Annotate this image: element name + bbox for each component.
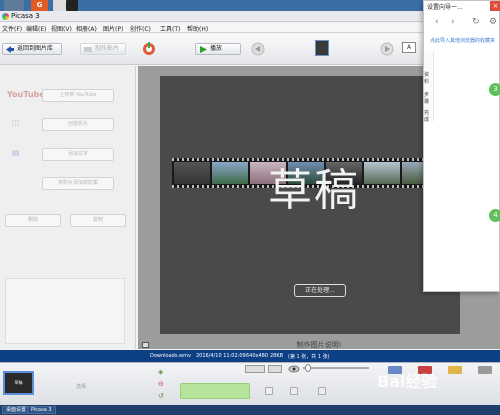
status-filename: Downloads.wmv xyxy=(150,353,191,359)
status-count: (第 1 张，共 1 张) xyxy=(288,354,330,360)
bottom-taskbar: 桌面设置 Picasa 3 xyxy=(0,405,500,415)
menu-view[interactable]: 视图(V) xyxy=(51,24,72,33)
status-datetime: 2016/4/10 11:02:09 xyxy=(196,353,246,359)
side-nav-item[interactable]: 完成 xyxy=(424,109,433,123)
options-box xyxy=(5,278,125,344)
play-icon xyxy=(200,46,207,53)
text-icon: ▤ xyxy=(12,148,20,157)
popup-close-button[interactable]: × xyxy=(490,1,500,11)
step-badge-3: 3 xyxy=(489,83,500,96)
film-frame xyxy=(212,162,248,184)
status-size: 28KB xyxy=(270,353,284,359)
eye-icon[interactable] xyxy=(288,364,300,374)
current-thumbnail-icon xyxy=(315,40,329,56)
left-button-6[interactable]: 复制 xyxy=(70,214,126,227)
taskbar-app-g-icon[interactable]: G xyxy=(31,0,48,11)
tray-hold-label: 选择 xyxy=(76,384,87,390)
tray-add-icon[interactable]: ◈ xyxy=(158,368,163,376)
info-icon[interactable] xyxy=(478,366,492,374)
caption-text[interactable]: 制作图片说明! xyxy=(138,340,500,350)
film-frame xyxy=(364,162,400,184)
green-action-button[interactable] xyxy=(180,383,250,399)
back-to-library-button[interactable]: 返回到图片库 xyxy=(2,43,62,55)
menu-help[interactable]: 帮助(H) xyxy=(187,24,208,33)
play-button[interactable]: 播放 xyxy=(195,43,241,55)
menu-album[interactable]: 相册(A) xyxy=(76,24,97,33)
taskbar-item-desktop[interactable]: 桌面设置 xyxy=(2,406,31,414)
movie-icon: ◫ xyxy=(12,118,20,127)
tray-email-icon[interactable] xyxy=(265,387,273,395)
left-button-2[interactable]: 创建影片 xyxy=(42,118,114,131)
left-button-5[interactable]: 删除 xyxy=(5,214,61,227)
movie-preview-slide: 草稿 正在处理... xyxy=(160,76,460,334)
film-frame xyxy=(174,162,210,184)
menu-tools[interactable]: 工具(T) xyxy=(160,24,180,33)
tag-icon[interactable] xyxy=(448,366,462,374)
tray-thumbnail[interactable]: 草稿 xyxy=(3,371,34,395)
previous-icon[interactable] xyxy=(251,42,265,56)
side-nav-item[interactable]: 资料 xyxy=(424,71,433,85)
film-icon xyxy=(84,47,92,52)
make-movie-button: 制作影片 xyxy=(80,43,126,55)
left-button-3[interactable]: 添加文字 xyxy=(42,148,114,161)
menu-file[interactable]: 文件(F) xyxy=(2,24,22,33)
back-arrow-icon xyxy=(6,46,14,53)
tray-remove-icon[interactable]: ⊖ xyxy=(158,380,164,388)
view-mode-icon[interactable] xyxy=(268,365,282,373)
window-title: Picasa 3 xyxy=(11,12,40,20)
back-nav-icon[interactable]: ‹ xyxy=(435,17,439,27)
taskbar-app-icon[interactable] xyxy=(4,0,24,11)
tray-share-icon[interactable]: ↺ xyxy=(158,392,164,400)
zoom-slider-track[interactable] xyxy=(303,367,369,369)
upload-youtube-button[interactable]: 上传到 YouTube xyxy=(42,89,114,102)
colorful-wheel-icon[interactable] xyxy=(142,42,156,56)
picasa-logo-icon xyxy=(2,13,9,20)
step-badge-4: 4 xyxy=(489,209,500,222)
menu-create[interactable]: 创作(C) xyxy=(130,24,151,33)
view-mode-icon[interactable] xyxy=(245,365,265,373)
taskbar-app-icon[interactable] xyxy=(66,0,78,11)
popup-title: 设置向导一... xyxy=(427,4,463,11)
zoom-slider-handle[interactable] xyxy=(305,364,311,372)
make-movie-label: 制作影片 xyxy=(95,45,120,52)
play-label: 播放 xyxy=(210,45,223,52)
text-tool-icon[interactable]: A xyxy=(402,42,416,53)
next-icon[interactable] xyxy=(380,42,394,56)
status-bar: Downloads.wmv 2016/4/10 11:02:09 640x480… xyxy=(0,350,500,362)
popup-side-nav: 资料 步骤 完成 xyxy=(424,51,434,123)
refresh-icon[interactable]: ↻ xyxy=(472,17,480,27)
status-dimensions: 640x480 xyxy=(246,353,269,359)
processing-button[interactable]: 正在处理... xyxy=(294,284,346,297)
youtube-logo: YouTube xyxy=(7,90,45,99)
draft-watermark: 草稿 xyxy=(268,165,360,216)
settings-icon[interactable]: ⚙ xyxy=(489,17,497,27)
menu-picture[interactable]: 图片(P) xyxy=(103,24,123,33)
side-nav-item[interactable]: 步骤 xyxy=(424,91,433,105)
import-favorites-link[interactable]: 点此导入其他浏览器的收藏夹 xyxy=(430,37,495,44)
baidu-jingyan-watermark: Bai经验 xyxy=(377,372,438,391)
setup-wizard-popup: 设置向导一... × ‹ › ↻ ⚙ 点此导入其他浏览器的收藏夹 资料 步骤 完… xyxy=(423,0,500,292)
left-panel: YouTube 上传到 YouTube ◫ 创建影片 ▤ 添加文字 将影片添加到… xyxy=(0,66,136,349)
menu-edit[interactable]: 编辑(E) xyxy=(26,24,46,33)
back-to-library-label: 返回到图片库 xyxy=(17,45,54,52)
tray-export-icon[interactable] xyxy=(318,387,326,395)
tray-print-icon[interactable] xyxy=(290,387,298,395)
left-button-4[interactable]: 将影片添加到影集 xyxy=(42,177,114,190)
taskbar-item-picasa[interactable]: Picasa 3 xyxy=(27,406,56,414)
forward-nav-icon[interactable]: › xyxy=(451,17,455,27)
